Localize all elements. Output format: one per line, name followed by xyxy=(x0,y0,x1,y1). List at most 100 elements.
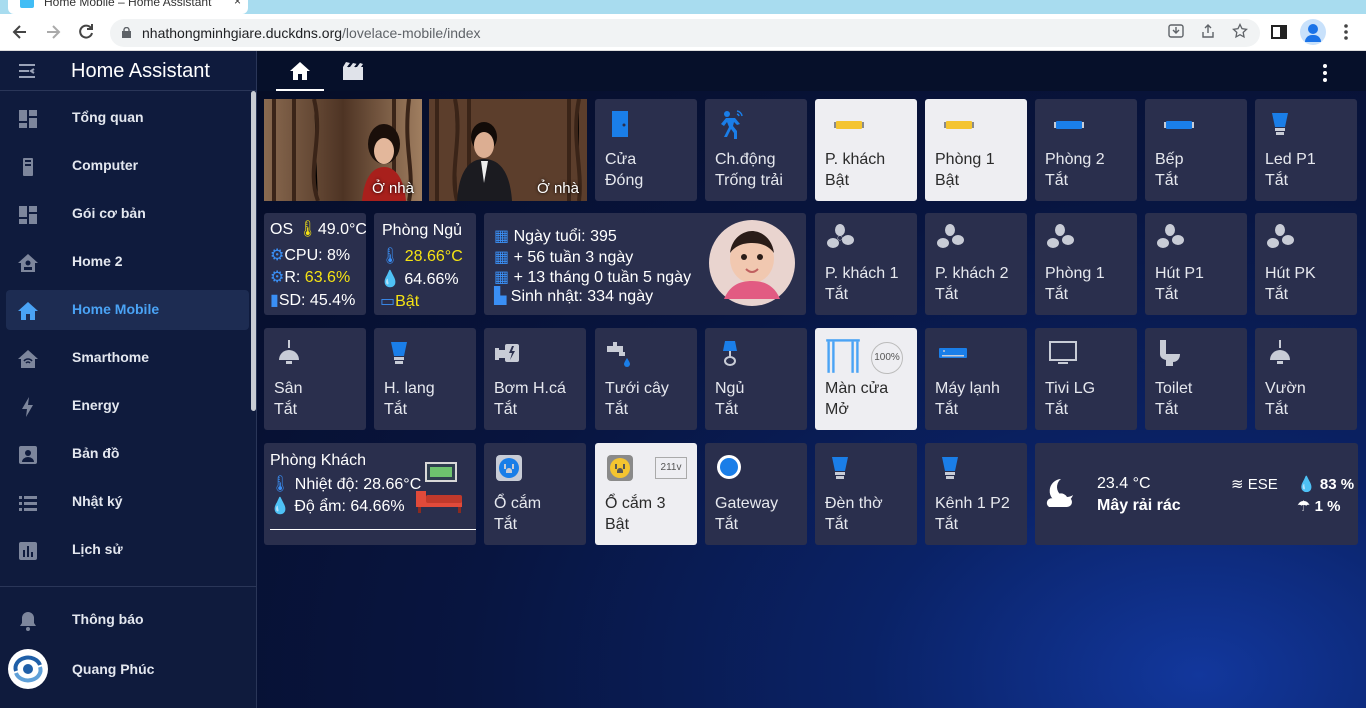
tab-home[interactable] xyxy=(276,51,324,91)
forward-arrow-icon[interactable] xyxy=(43,22,63,42)
os-temp-row: OS 🌡49.0°C xyxy=(270,219,366,239)
person-card-2[interactable]: Ở nhà xyxy=(429,99,587,201)
calendar-icon: ▦ xyxy=(494,269,510,286)
tile-tivi-lg[interactable]: Tivi LG Tắt xyxy=(1035,328,1137,430)
tile-ngu[interactable]: Ngủ Tắt xyxy=(705,328,807,430)
reload-icon[interactable] xyxy=(76,22,96,42)
sidebar-item-notifications[interactable]: Thông báo xyxy=(6,600,249,640)
tile-tuoi-cay[interactable]: Tưới cây Tắt xyxy=(595,328,697,430)
tile-may-lanh[interactable]: Máy lạnh Tắt xyxy=(925,328,1027,430)
water-drop-icon: 💧 xyxy=(270,498,290,515)
sidebar-item-goi-co-ban[interactable]: Gói cơ bản xyxy=(6,194,249,234)
bookmark-star-icon[interactable] xyxy=(1230,22,1250,43)
sidebar-item-tong-quan[interactable]: Tổng quan xyxy=(6,98,249,138)
tile-name: Ch.động xyxy=(715,151,776,168)
weather-card[interactable]: 23.4 °C Mây rải rác ≋ ESE 💧 83 % ☂ 1 % xyxy=(1035,443,1358,545)
sidebar-item-nhat-ky[interactable]: Nhật ký xyxy=(6,482,249,522)
tile-fan-p-khach-2[interactable]: P. khách 2 Tắt xyxy=(925,213,1027,315)
tile-den-tho[interactable]: Đèn thờ Tắt xyxy=(815,443,917,545)
power-socket-icon xyxy=(607,455,633,481)
thermometer-icon: 🌡 xyxy=(380,248,401,265)
tile-bep-light[interactable]: Bếp Tắt xyxy=(1145,99,1247,201)
tile-state: Tắt xyxy=(1045,286,1069,303)
living-room-card[interactable]: Phòng Khách 🌡 Nhiệt độ: 28.66°C 💧 Độ ẩm:… xyxy=(264,443,476,545)
tile-o-cam[interactable]: Ổ cắm Tắt xyxy=(484,443,586,545)
sidebar-item-smarthome[interactable]: Smarthome xyxy=(6,338,249,378)
more-options-icon[interactable] xyxy=(1313,61,1337,85)
water-pump-icon xyxy=(495,344,519,362)
browser-menu-icon[interactable] xyxy=(1336,22,1356,42)
tile-state: Tắt xyxy=(825,286,849,303)
tile-phong-1-light[interactable]: Phòng 1 Bật xyxy=(925,99,1027,201)
sidebar-item-ban-do[interactable]: Bản đồ xyxy=(6,434,249,474)
fan-icon xyxy=(827,224,854,248)
tile-man-cua[interactable]: 100% Màn cửa Mở xyxy=(815,328,917,430)
sidebar-header: Home Assistant xyxy=(0,51,256,91)
person-card-1[interactable]: Ở nhà xyxy=(264,99,422,201)
sidebar-item-label: Home 2 xyxy=(72,253,123,269)
sidebar-item-label: Bản đồ xyxy=(72,445,120,461)
sidebar-item-home-2[interactable]: Home 2 xyxy=(6,242,249,282)
tile-state: Tắt xyxy=(494,516,518,533)
list-icon xyxy=(19,496,37,511)
cpu-value: CPU: 8% xyxy=(284,247,351,264)
browser-tab[interactable]: Home Mobile – Home Assistant × xyxy=(8,0,248,14)
ceiling-light-icon xyxy=(1270,340,1290,364)
wind-icon: ≋ xyxy=(1231,476,1244,493)
side-panel-icon[interactable] xyxy=(1269,22,1289,42)
tile-led-p1[interactable]: Led P1 Tắt xyxy=(1255,99,1357,201)
sidebar-item-home-mobile[interactable]: Home Mobile xyxy=(6,290,249,330)
weather-wind-row: ≋ ESE xyxy=(1231,475,1278,493)
tile-fan-p-khach-1[interactable]: P. khách 1 Tắt xyxy=(815,213,917,315)
tile-toilet[interactable]: Toilet Tắt xyxy=(1145,328,1247,430)
sidebar-item-label: Nhật ký xyxy=(72,493,123,509)
tile-name: Bếp xyxy=(1155,151,1184,168)
tile-name: Máy lạnh xyxy=(935,380,1000,397)
ceiling-light-icon xyxy=(279,340,299,364)
address-bar[interactable]: nhathongminhgiare.duckdns.org/lovelace-m… xyxy=(110,19,1260,47)
share-icon[interactable] xyxy=(1198,23,1218,43)
tile-name: Phòng 1 xyxy=(935,151,995,168)
tile-h-lang[interactable]: H. lang Tắt xyxy=(374,328,476,430)
tile-gateway[interactable]: Gateway Tắt xyxy=(705,443,807,545)
power-socket-icon xyxy=(496,455,522,481)
sidebar-item-lich-su[interactable]: Lịch sử xyxy=(6,530,249,570)
profile-avatar-icon[interactable] xyxy=(1300,19,1326,45)
baby-age-card[interactable]: ▦ Ngày tuổi: 395 ▦ + 56 tuần 3 ngày ▦ + … xyxy=(484,213,806,315)
tile-cua[interactable]: Cửa Đóng xyxy=(595,99,697,201)
tile-fan-hut-pk[interactable]: Hút PK Tắt xyxy=(1255,213,1357,315)
tile-state: Bật xyxy=(935,172,960,189)
tile-o-cam-3[interactable]: 211v Ổ cắm 3 Bật xyxy=(595,443,697,545)
water-drop-icon: 💧 xyxy=(380,271,400,288)
sidebar-item-label: Tổng quan xyxy=(72,109,144,125)
avatar[interactable] xyxy=(8,649,48,689)
tile-chuyen-dong[interactable]: Ch.động Trống trải xyxy=(705,99,807,201)
tile-fan-hut-p1[interactable]: Hút P1 Tắt xyxy=(1145,213,1247,315)
view-tabbar xyxy=(257,51,1366,91)
user-name[interactable]: Quang Phúc xyxy=(72,661,154,677)
install-app-icon[interactable] xyxy=(1166,23,1186,43)
menu-open-icon[interactable] xyxy=(17,61,37,81)
tile-bom-h-ca[interactable]: Bơm H.cá Tắt xyxy=(484,328,586,430)
tile-kenh-1-p2[interactable]: Kênh 1 P2 Tắt xyxy=(925,443,1027,545)
tile-san[interactable]: Sân Tắt xyxy=(264,328,366,430)
memory-icon: ⚙ xyxy=(270,269,285,286)
birthday-cake-icon: ▙ xyxy=(494,288,507,305)
tile-p-khach-light[interactable]: P. khách Bật xyxy=(815,99,917,201)
tab-scenes[interactable] xyxy=(328,51,376,91)
tile-phong-2-light[interactable]: Phòng 2 Tắt xyxy=(1035,99,1137,201)
sidebar-item-computer[interactable]: Computer xyxy=(6,146,249,186)
sidebar-scrollbar[interactable] xyxy=(251,91,256,411)
air-conditioner-icon xyxy=(939,348,967,358)
browser-toolbar: nhathongminhgiare.duckdns.org/lovelace-m… xyxy=(0,14,1366,51)
back-arrow-icon[interactable] xyxy=(10,22,30,42)
sidebar-item-energy[interactable]: Energy xyxy=(6,386,249,426)
sidebar: Home Assistant Tổng quan Computer Gói cơ… xyxy=(0,51,257,708)
tile-fan-phong-1[interactable]: Phòng 1 Tắt xyxy=(1035,213,1137,315)
system-info-card[interactable]: OS 🌡49.0°C ⚙CPU: 8% ⚙R: 63.6% ▮SD: 45.4% xyxy=(264,213,366,315)
curtain-position-badge: 100% xyxy=(871,342,903,374)
tile-state: Tắt xyxy=(715,516,739,533)
bedroom-climate-card[interactable]: Phòng Ngủ 🌡 28.66°C 💧 64.66% ▭Bật xyxy=(374,213,476,315)
tab-close-icon[interactable]: × xyxy=(234,0,241,8)
tile-vuon[interactable]: Vườn Tắt xyxy=(1255,328,1357,430)
